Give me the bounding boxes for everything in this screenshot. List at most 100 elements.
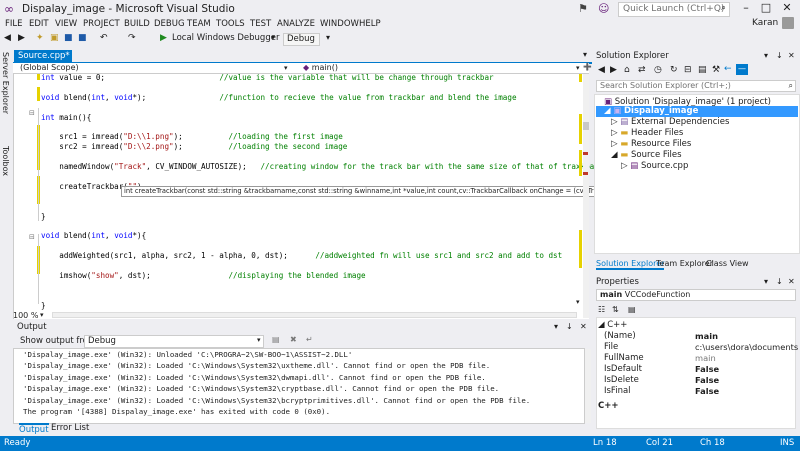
forward-icon[interactable]: ▶ <box>610 65 617 75</box>
chevron-down-icon[interactable]: ▾ <box>281 63 291 73</box>
avatar[interactable] <box>782 17 794 29</box>
home-icon[interactable]: ⌂ <box>624 65 630 75</box>
solution-search-input[interactable]: Search Solution Explorer (Ctrl+;) ⌕ <box>596 80 796 92</box>
quick-launch-input[interactable]: Quick Launch (Ctrl+Q) ⌕ <box>618 2 730 17</box>
editor-scrollbar[interactable] <box>583 74 589 318</box>
category-cpp[interactable]: ◢ C++ <box>598 320 627 330</box>
property-pages-icon[interactable]: ▤ <box>628 305 636 314</box>
prop-value-name[interactable]: main <box>695 331 798 341</box>
clear-all-icon[interactable]: ✖ <box>290 335 297 344</box>
collapse-blend-icon[interactable]: ⊟ <box>29 233 35 241</box>
collapse-main-icon[interactable]: ⊟ <box>29 109 35 117</box>
horizontal-scrollbar[interactable] <box>52 312 577 318</box>
prop-value-fullname[interactable]: main <box>695 353 798 363</box>
refresh-icon[interactable]: ↻ <box>670 65 678 75</box>
prop-value-isdelete[interactable]: False <box>695 375 798 385</box>
close-icon[interactable]: ✕ <box>580 322 587 331</box>
split-icon[interactable]: ➕ <box>583 63 592 71</box>
tree-project[interactable]: ◢ ▣ Dispalay_image <box>604 106 698 116</box>
scope-dropdown[interactable]: (Global Scope) <box>17 63 297 73</box>
tab-list-icon[interactable]: ▾ <box>583 50 587 59</box>
tree-label: External Dependencies <box>630 117 730 127</box>
undo-icon[interactable]: ↶ <box>100 33 108 43</box>
tab-team-explorer[interactable]: Team Explorer <box>656 259 713 268</box>
tab-output[interactable]: Output <box>19 423 49 435</box>
word-wrap-icon[interactable]: ↵ <box>306 335 313 344</box>
property-object-dropdown[interactable]: main VCCodeFunction <box>596 289 796 301</box>
back-icon[interactable]: ◀ <box>4 33 11 43</box>
pending-changes-icon[interactable]: — <box>736 64 748 75</box>
chevron-down-icon[interactable]: ▾ <box>271 33 275 42</box>
toolbox-tab[interactable]: Toolbox <box>1 146 10 176</box>
notification-flag-icon[interactable]: ⚑ <box>578 2 588 15</box>
save-icon[interactable]: ■ <box>64 33 73 43</box>
dropdown-icon[interactable]: ▾ <box>764 51 768 60</box>
menu-test[interactable]: TEST <box>250 19 271 29</box>
more-tools-icon[interactable]: ▾ <box>326 33 330 42</box>
menu-tools[interactable]: TOOLS <box>216 19 245 29</box>
open-file-icon[interactable]: ▣ <box>50 33 59 43</box>
menu-analyze[interactable]: ANALYZE <box>277 19 315 29</box>
redo-icon[interactable]: ↷ <box>128 33 136 43</box>
alphabetical-icon[interactable]: ⇅ <box>612 305 619 314</box>
debugger-label[interactable]: Local Windows Debugger <box>172 33 279 43</box>
chevron-down-icon[interactable]: ▾ <box>257 336 261 344</box>
minimize-button[interactable]: – <box>736 1 756 17</box>
tree-source-cpp[interactable]: ▷ ▤ Source.cpp <box>621 161 688 171</box>
output-scrollbar[interactable] <box>585 349 591 423</box>
close-button[interactable]: ✕ <box>777 1 797 17</box>
close-icon[interactable]: ✕ <box>788 277 795 286</box>
tree-resource-files[interactable]: ▷ ▬ Resource Files <box>611 139 691 149</box>
menu-project[interactable]: PROJECT <box>83 19 120 29</box>
show-all-files-icon[interactable]: ▤ <box>698 65 707 75</box>
chevron-down-icon[interactable]: ▾ <box>40 311 44 319</box>
forward-icon[interactable]: ▶ <box>18 33 25 43</box>
history-icon[interactable]: ◷ <box>654 65 662 75</box>
maximize-button[interactable]: □ <box>756 1 776 17</box>
properties-icon[interactable]: ⚒ <box>712 65 720 75</box>
scroll-thumb[interactable] <box>583 122 589 130</box>
find-message-icon[interactable]: ▤ <box>272 335 280 344</box>
dropdown-icon[interactable]: ▾ <box>764 277 768 286</box>
tab-solution-explorer[interactable]: Solution Explorer <box>596 259 665 270</box>
tab-error-list[interactable]: Error List <box>51 423 89 433</box>
chevron-down-icon[interactable]: ▾ <box>573 63 583 73</box>
server-explorer-tab[interactable]: Server Explorer <box>1 52 10 114</box>
menu-build[interactable]: BUILD <box>124 19 150 29</box>
categorized-icon[interactable]: ☷ <box>598 305 605 314</box>
sync-icon[interactable]: ⇄ <box>638 65 646 75</box>
menu-team[interactable]: TEAM <box>187 19 211 29</box>
menu-help[interactable]: HELP <box>359 19 381 29</box>
prop-value-isfinal[interactable]: False <box>695 386 798 396</box>
menu-file[interactable]: FILE <box>5 19 23 29</box>
tree-external-dependencies[interactable]: ▷ ▤ External Dependencies <box>611 117 729 127</box>
config-dropdown[interactable]: Debug <box>283 33 320 46</box>
status-text: Ready <box>4 438 31 448</box>
feedback-icon[interactable]: ☺ <box>598 2 609 15</box>
pin-icon[interactable]: ↓ <box>776 51 783 60</box>
tree-source-files[interactable]: ◢ ▬ Source Files <box>611 150 682 160</box>
function-dropdown[interactable]: ◆ main() <box>300 63 585 73</box>
pin-icon[interactable]: ↓ <box>776 277 783 286</box>
menu-view[interactable]: VIEW <box>55 19 77 29</box>
output-source-dropdown[interactable]: Debug <box>84 335 264 348</box>
tab-class-view[interactable]: Class View <box>706 259 749 268</box>
zoom-level[interactable]: 100 % <box>13 311 38 320</box>
menu-edit[interactable]: EDIT <box>29 19 49 29</box>
menu-debug[interactable]: DEBUG <box>154 19 185 29</box>
user-name[interactable]: Karan <box>752 18 778 28</box>
new-project-icon[interactable]: ✦ <box>36 33 44 43</box>
menu-window[interactable]: WINDOW <box>320 19 359 29</box>
tree-header-files[interactable]: ▷ ▬ Header Files <box>611 128 683 138</box>
close-icon[interactable]: ✕ <box>788 51 795 60</box>
preview-icon[interactable]: ← <box>724 64 732 74</box>
prop-value-file[interactable]: c:\users\dora\documents\vis <box>695 342 798 352</box>
scroll-down-icon[interactable]: ▾ <box>576 298 580 306</box>
prop-value-isdefault[interactable]: False <box>695 364 798 374</box>
save-all-icon[interactable]: ■ <box>78 33 87 43</box>
collapse-all-icon[interactable]: ⊟ <box>684 65 692 75</box>
dropdown-icon[interactable]: ▾ <box>554 322 558 331</box>
back-icon[interactable]: ◀ <box>598 65 605 75</box>
start-debugging-icon[interactable]: ▶ <box>160 33 167 43</box>
pin-icon[interactable]: ↓ <box>566 322 573 331</box>
